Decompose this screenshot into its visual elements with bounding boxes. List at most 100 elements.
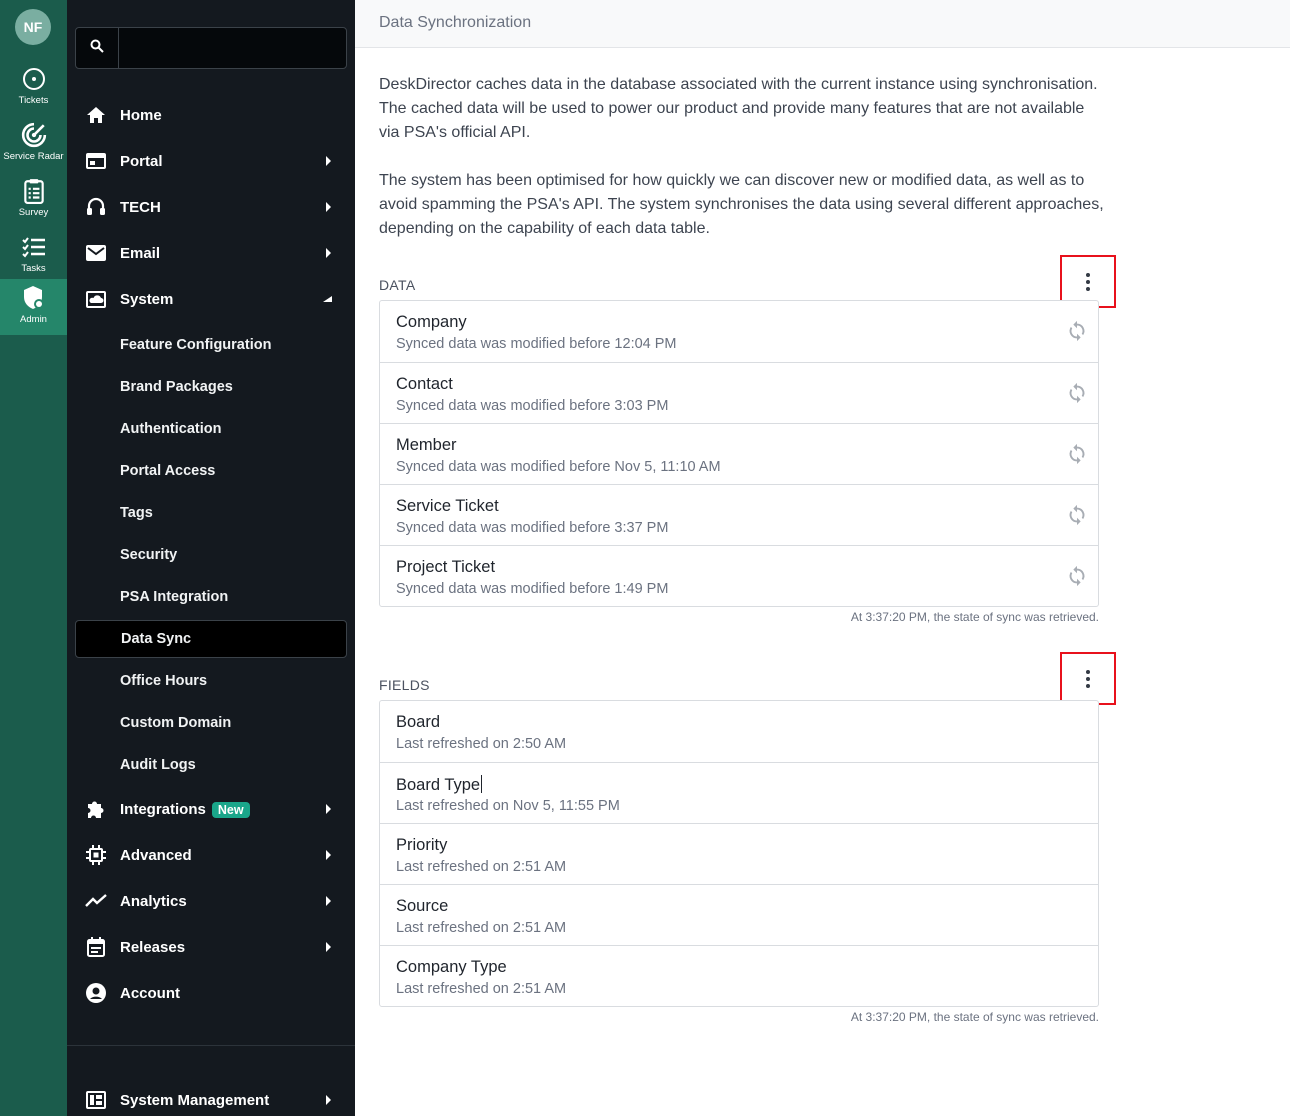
field-row-board-type[interactable]: Board Type Last refreshed on Nov 5, 11:5… — [380, 762, 1098, 823]
sub-item-security[interactable]: Security — [75, 536, 347, 574]
more-vert-icon — [1086, 669, 1090, 688]
nav-item-label: Account — [120, 984, 180, 1002]
nav-item-label: Analytics — [120, 892, 187, 910]
text-cursor — [481, 775, 483, 793]
row-title: Project Ticket — [396, 558, 496, 576]
row-title-wrap: Board Type — [396, 775, 483, 795]
nav-item-integrations[interactable]: Integrations New — [75, 790, 347, 828]
row-title: Source — [396, 897, 449, 915]
sub-item-tags[interactable]: Tags — [75, 494, 347, 532]
sub-item-audit-logs[interactable]: Audit Logs — [75, 746, 347, 784]
sync-icon[interactable] — [1066, 504, 1088, 526]
nav-item-system[interactable]: System — [75, 280, 347, 318]
data-row-project-ticket[interactable]: Project Ticket Synced data was modified … — [380, 545, 1098, 606]
trend-icon — [84, 889, 108, 913]
fields-more-options-button[interactable] — [1060, 652, 1116, 705]
data-row-service-ticket[interactable]: Service Ticket Synced data was modified … — [380, 484, 1098, 545]
row-subtitle: Synced data was modified before 12:04 PM — [396, 336, 677, 352]
sub-item-feature-configuration[interactable]: Feature Configuration — [75, 326, 347, 364]
sync-icon[interactable] — [1066, 443, 1088, 465]
data-row-company[interactable]: Company Synced data was modified before … — [380, 301, 1098, 362]
integrations-label: Integrations — [120, 800, 206, 818]
row-subtitle: Last refreshed on 2:50 AM — [396, 736, 567, 752]
row-subtitle: Synced data was modified before 1:49 PM — [396, 581, 669, 597]
sub-item-office-hours[interactable]: Office Hours — [75, 662, 347, 700]
rail-item-service-radar[interactable]: Service Radar — [0, 116, 67, 172]
admin-shield-icon — [21, 285, 47, 311]
nav-item-tech[interactable]: TECH — [75, 188, 347, 226]
rail-item-admin[interactable]: Admin — [0, 279, 67, 335]
search-icon — [90, 39, 104, 58]
top-bar: Data Synchronization — [355, 0, 1290, 48]
nav-item-label: TECH — [120, 198, 161, 216]
caret-right-icon — [323, 804, 333, 814]
data-sync-list: Company Synced data was modified before … — [379, 300, 1099, 607]
nav-item-label: Portal — [120, 152, 163, 170]
sub-item-portal-access[interactable]: Portal Access — [75, 452, 347, 490]
home-icon — [84, 103, 108, 127]
rail-item-tickets[interactable]: Tickets — [0, 60, 67, 116]
chip-icon — [84, 843, 108, 867]
rail-item-label: Tickets — [18, 95, 49, 106]
avatar[interactable]: NF — [15, 9, 51, 45]
headset-icon — [84, 195, 108, 219]
radar-icon — [21, 122, 47, 148]
row-subtitle: Synced data was modified before 3:37 PM — [396, 520, 669, 536]
nav-panel: Home Portal TECH Email System Feature Co… — [67, 0, 355, 1116]
data-row-member[interactable]: Member Synced data was modified before N… — [380, 423, 1098, 484]
rail-item-survey[interactable]: Survey — [0, 172, 67, 228]
fields-section-label: FIELDS — [379, 677, 430, 693]
row-subtitle: Last refreshed on Nov 5, 11:55 PM — [396, 798, 620, 814]
nav-item-releases[interactable]: Releases — [75, 928, 347, 966]
caret-right-icon — [323, 202, 333, 212]
sub-item-custom-domain[interactable]: Custom Domain — [75, 704, 347, 742]
search-input[interactable] — [119, 28, 346, 68]
row-subtitle: Last refreshed on 2:51 AM — [396, 981, 567, 997]
search-button[interactable] — [76, 28, 119, 68]
sync-icon[interactable] — [1066, 382, 1088, 404]
field-row-priority[interactable]: Priority Last refreshed on 2:51 AM — [380, 823, 1098, 884]
sync-icon[interactable] — [1066, 320, 1088, 342]
nav-item-email[interactable]: Email — [75, 234, 347, 272]
fields-sync-status: At 3:37:20 PM, the state of sync was ret… — [850, 1010, 1099, 1024]
nav-item-label: Integrations New — [120, 801, 250, 818]
nav-item-portal[interactable]: Portal — [75, 142, 347, 180]
data-row-contact[interactable]: Contact Synced data was modified before … — [380, 362, 1098, 423]
nav-item-system-management[interactable]: System Management — [75, 1081, 347, 1116]
field-row-company-type[interactable]: Company Type Last refreshed on 2:51 AM — [380, 945, 1098, 1006]
sub-item-data-sync[interactable]: Data Sync — [75, 620, 347, 658]
data-sync-status: At 3:37:20 PM, the state of sync was ret… — [850, 610, 1099, 624]
row-subtitle: Last refreshed on 2:51 AM — [396, 920, 567, 936]
nav-item-analytics[interactable]: Analytics — [75, 882, 347, 920]
nav-item-label: Advanced — [120, 846, 192, 864]
intro-paragraph-2: The system has been optimised for how qu… — [379, 172, 1104, 237]
rail-item-tasks[interactable]: Tasks — [0, 228, 67, 284]
calendar-icon — [84, 935, 108, 959]
page-title: Data Synchronization — [379, 14, 532, 31]
icon-rail: NF Tickets Service Radar Survey Tasks Ad… — [0, 0, 67, 1116]
field-row-source[interactable]: Source Last refreshed on 2:51 AM — [380, 884, 1098, 945]
row-subtitle: Last refreshed on 2:51 AM — [396, 859, 567, 875]
row-title: Service Ticket — [396, 497, 499, 515]
nav-item-account[interactable]: Account — [75, 974, 347, 1012]
rail-item-label: Service Radar — [3, 151, 64, 162]
nav-item-label: Email — [120, 244, 161, 262]
data-section-label: DATA — [379, 277, 416, 293]
field-row-board[interactable]: Board Last refreshed on 2:50 AM — [380, 701, 1098, 762]
cloud-monitor-icon — [84, 287, 108, 311]
account-icon — [84, 981, 108, 1005]
row-title: Priority — [396, 836, 448, 854]
search-box — [75, 27, 347, 69]
nav-item-label: Home — [120, 106, 162, 124]
row-title: Company Type — [396, 958, 507, 976]
clipboard-icon — [21, 178, 47, 204]
row-title: Board Type — [396, 776, 481, 794]
more-vert-icon — [1086, 272, 1090, 291]
caret-right-icon — [323, 1095, 333, 1105]
sub-item-psa-integration[interactable]: PSA Integration — [75, 578, 347, 616]
nav-item-home[interactable]: Home — [75, 96, 347, 134]
nav-item-advanced[interactable]: Advanced — [75, 836, 347, 874]
sync-icon[interactable] — [1066, 565, 1088, 587]
sub-item-brand-packages[interactable]: Brand Packages — [75, 368, 347, 406]
sub-item-authentication[interactable]: Authentication — [75, 410, 347, 448]
